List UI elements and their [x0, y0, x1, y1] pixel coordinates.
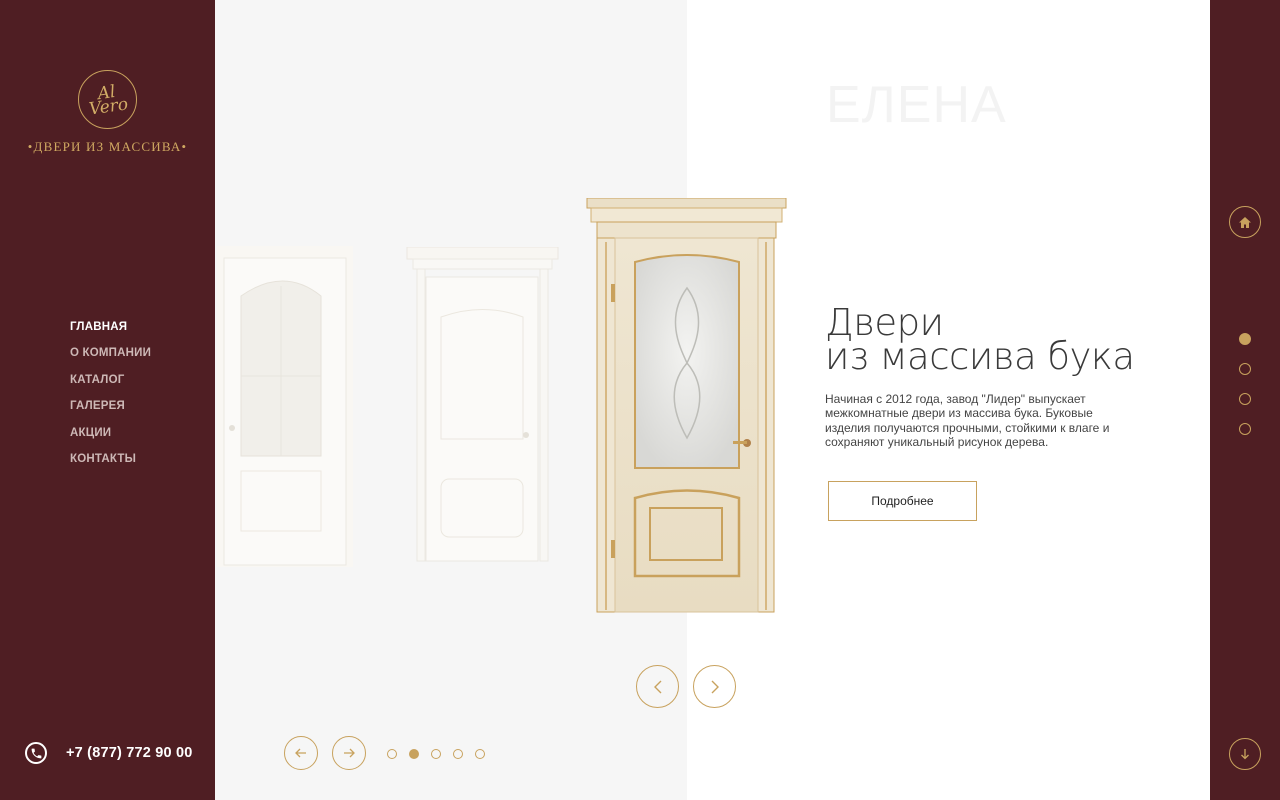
slide-pagination — [387, 749, 485, 759]
section-dot-3[interactable] — [1239, 393, 1251, 405]
nav-item-home[interactable]: ГЛАВНАЯ — [70, 320, 151, 346]
slide-prev-button[interactable] — [284, 736, 318, 770]
brand-tagline: •ДВЕРИ ИЗ МАССИВА• — [27, 139, 188, 154]
home-button[interactable] — [1229, 206, 1261, 238]
chevron-right-icon — [711, 680, 719, 693]
section-pagination — [1239, 333, 1251, 435]
nav-item-promotions[interactable]: АКЦИИ — [70, 426, 151, 452]
nav-item-gallery[interactable]: ГАЛЕРЕЯ — [70, 399, 151, 425]
arrow-left-icon — [295, 748, 306, 758]
slide-dot-1[interactable] — [387, 749, 397, 759]
door-prev-button[interactable] — [636, 665, 679, 708]
headline-line-2: из массива бука — [825, 335, 1135, 378]
section-dot-4[interactable] — [1239, 423, 1251, 435]
home-icon — [1239, 216, 1251, 228]
nav-item-catalog[interactable]: КАТАЛОГ — [70, 373, 151, 399]
logo-emblem[interactable]: Al Vero — [78, 70, 137, 129]
phone-icon[interactable] — [25, 742, 47, 764]
section-dot-2[interactable] — [1239, 363, 1251, 375]
door-next-button[interactable] — [693, 665, 736, 708]
slide-dot-4[interactable] — [453, 749, 463, 759]
more-button[interactable]: Подробнее — [828, 481, 977, 521]
section-dot-1[interactable] — [1239, 333, 1251, 345]
arrow-right-icon — [344, 748, 355, 758]
slide-dot-3[interactable] — [431, 749, 441, 759]
door-thumbnail-1[interactable] — [217, 246, 354, 568]
slide-dot-2[interactable] — [409, 749, 419, 759]
product-name: ЕЛЕНА — [826, 76, 1007, 134]
phone-number[interactable]: +7 (877) 772 90 00 — [66, 745, 193, 761]
main-nav: ГЛАВНАЯ О КОМПАНИИ КАТАЛОГ ГАЛЕРЕЯ АКЦИИ… — [70, 320, 151, 478]
door-thumbnail-2[interactable] — [405, 247, 560, 567]
nav-item-contacts[interactable]: КОНТАКТЫ — [70, 452, 151, 478]
slide-dot-5[interactable] — [475, 749, 485, 759]
sidebar: Al Vero •ДВЕРИ ИЗ МАССИВА• ГЛАВНАЯ О КОМП… — [0, 0, 215, 800]
nav-item-about[interactable]: О КОМПАНИИ — [70, 346, 151, 372]
slide-next-button[interactable] — [332, 736, 366, 770]
chevron-left-icon — [653, 680, 661, 693]
door-main-image[interactable] — [585, 198, 788, 614]
slide-description: Начиная с 2012 года, завод "Лидер" выпус… — [825, 392, 1110, 449]
arrow-down-icon — [1241, 749, 1249, 760]
scroll-down-button[interactable] — [1229, 738, 1261, 770]
slide-headline: Двери из массива бука — [825, 304, 1135, 378]
